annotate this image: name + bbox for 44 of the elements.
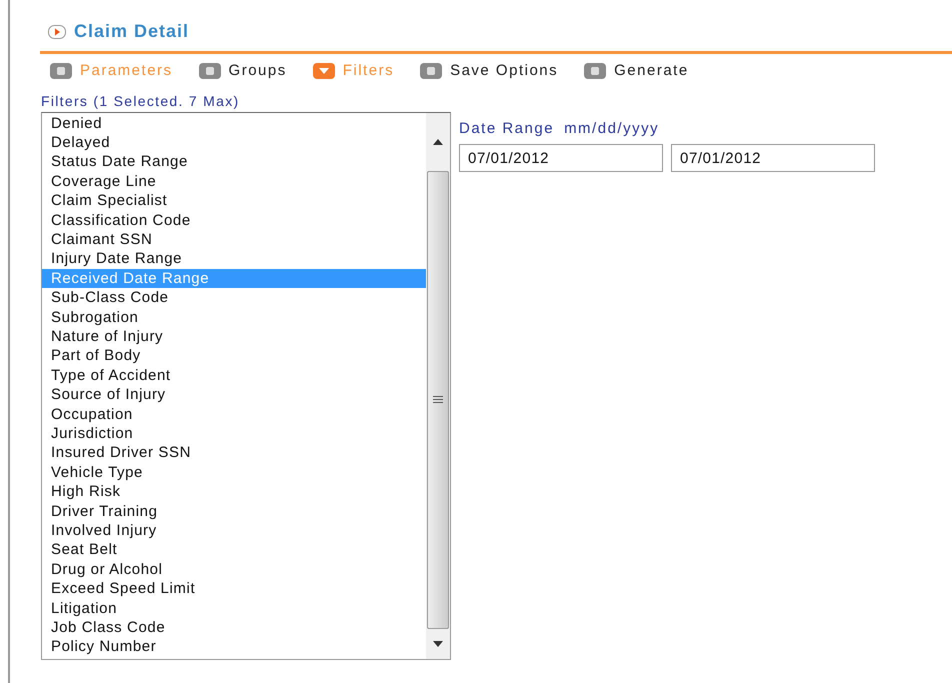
filter-option[interactable]: Type of Accident <box>42 366 426 386</box>
filter-option[interactable]: Driver Training <box>42 502 426 522</box>
filter-option[interactable]: Denied <box>42 114 426 133</box>
page-title: Claim Detail <box>74 20 190 43</box>
grip-icon <box>433 396 443 404</box>
filter-option[interactable]: Subrogation <box>42 308 426 327</box>
filter-option[interactable]: Job Class Code <box>42 618 426 638</box>
filter-option[interactable]: Source of Injury <box>42 385 426 405</box>
filter-option[interactable]: Injury Date Range <box>42 249 426 269</box>
step-tab[interactable]: Generate <box>584 60 689 82</box>
filter-option[interactable]: Policy Number <box>42 637 426 657</box>
filter-option[interactable]: Claimant SSN <box>42 230 426 250</box>
filter-option[interactable]: Seat Belt <box>42 540 426 560</box>
to-date-field[interactable]: 07/01/2012 <box>671 144 875 172</box>
filter-option[interactable]: Involved Injury <box>42 521 426 540</box>
filter-option[interactable]: Classification Code <box>42 210 426 230</box>
filter-option[interactable]: Vehicle Type <box>42 462 426 482</box>
scroll-up-icon[interactable] <box>433 138 443 144</box>
scrollbar[interactable] <box>426 112 450 658</box>
filter-option[interactable]: Occupation <box>42 404 426 424</box>
filters-heading: Filters (1 Selected. 7 Max) <box>41 92 240 111</box>
filter-option[interactable]: Litigation <box>42 598 426 618</box>
filter-option[interactable]: Jurisdiction <box>42 424 426 444</box>
date-format-hint: mm/dd/yyyy <box>564 120 660 136</box>
date-range-label: Date Range <box>459 120 554 136</box>
filter-option[interactable]: Status Date Range <box>42 152 426 172</box>
filter-option[interactable]: Sub-Class Code <box>42 288 426 308</box>
filter-option[interactable]: Nature of Injury <box>42 326 426 346</box>
filter-option[interactable]: Coverage Line <box>42 172 426 192</box>
play-icon <box>48 24 66 38</box>
filter-option[interactable]: Claim Specialist <box>42 191 426 211</box>
filter-option[interactable]: Part of Body <box>42 346 426 366</box>
filter-option[interactable]: Insured Driver SSN <box>42 443 426 463</box>
from-date-field[interactable]: 07/01/2012 <box>459 144 663 172</box>
caret-icon <box>312 63 335 80</box>
filter-option[interactable]: Drug or Alcohol <box>42 560 426 580</box>
scroll-down-icon[interactable] <box>433 640 443 646</box>
filter-option[interactable]: High Risk <box>42 482 426 502</box>
step-tab[interactable]: Groups <box>198 60 287 82</box>
step-tab[interactable]: Save Options <box>420 60 558 82</box>
filter-option[interactable]: Exceed Speed Limit <box>42 579 426 599</box>
scroll-thumb[interactable] <box>427 170 449 628</box>
filter-listbox[interactable] <box>41 112 451 660</box>
filter-option[interactable]: Delayed <box>42 132 426 152</box>
